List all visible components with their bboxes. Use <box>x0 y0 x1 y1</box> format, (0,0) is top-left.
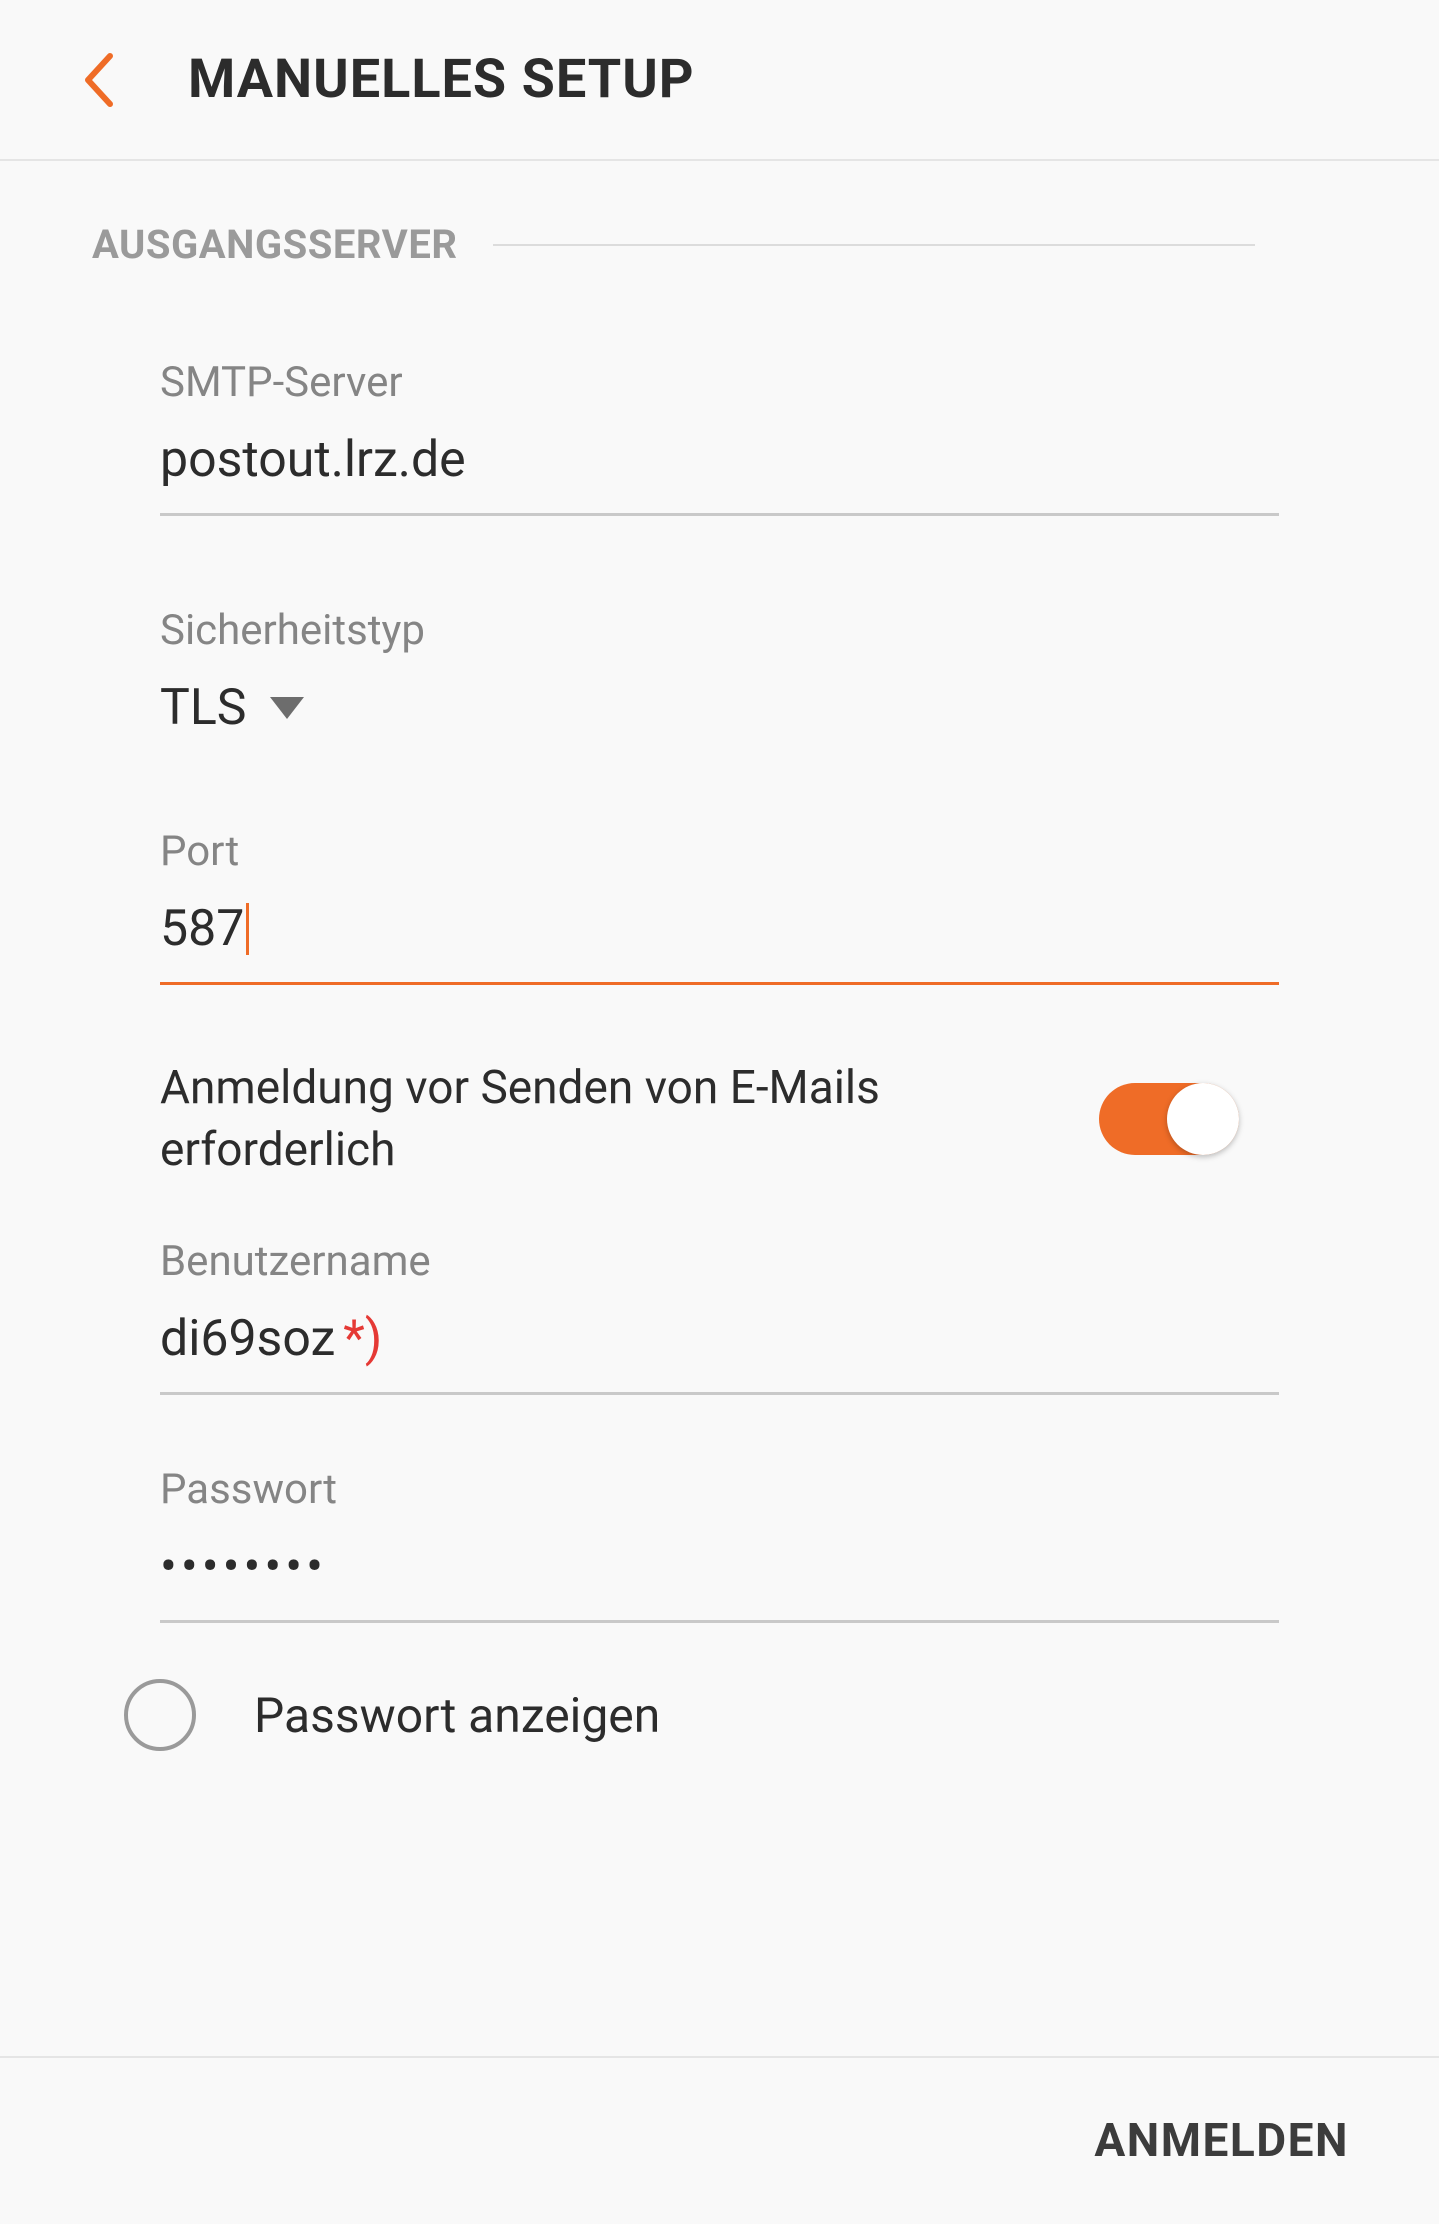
section-header: AUSGANGSSERVER <box>0 161 1439 268</box>
port-label: Port <box>160 827 1279 876</box>
port-input[interactable]: 587 <box>160 900 244 958</box>
password-field-group: Passwort •••••••• <box>160 1465 1279 1623</box>
smtp-input-wrap[interactable] <box>160 431 1279 516</box>
chevron-down-icon <box>270 697 304 719</box>
password-label: Passwort <box>160 1465 1279 1514</box>
password-input-wrap[interactable]: •••••••• <box>160 1538 1279 1623</box>
footer: ANMELDEN <box>0 2056 1439 2224</box>
back-icon[interactable] <box>80 52 116 108</box>
section-divider <box>493 244 1255 246</box>
auth-toggle-row: Anmeldung vor Senden von E-Mails erforde… <box>160 1057 1279 1181</box>
password-input[interactable]: •••••••• <box>160 1538 327 1596</box>
username-field-group: Benutzername di69soz *) <box>160 1237 1279 1395</box>
auth-toggle-label: Anmeldung vor Senden von E-Mails erforde… <box>160 1057 1099 1181</box>
text-cursor <box>246 903 249 955</box>
username-label: Benutzername <box>160 1237 1279 1286</box>
show-password-radio[interactable] <box>124 1679 196 1751</box>
smtp-label: SMTP-Server <box>160 358 1279 407</box>
app-header: MANUELLES SETUP <box>0 0 1439 161</box>
port-input-wrap[interactable]: 587 <box>160 900 1279 985</box>
smtp-field-group: SMTP-Server <box>160 358 1279 516</box>
security-value: TLS <box>160 679 246 737</box>
security-label: Sicherheitstyp <box>160 606 1279 655</box>
auth-toggle[interactable] <box>1099 1083 1239 1155</box>
username-input-wrap[interactable]: di69soz *) <box>160 1310 1279 1395</box>
toggle-knob <box>1167 1083 1239 1155</box>
page-title: MANUELLES SETUP <box>188 48 695 111</box>
submit-button[interactable]: ANMELDEN <box>1094 2114 1349 2168</box>
show-password-label: Passwort anzeigen <box>254 1687 660 1744</box>
security-select[interactable]: TLS <box>160 679 1279 737</box>
port-field-group: Port 587 <box>160 827 1279 985</box>
section-title: AUSGANGSSERVER <box>92 221 457 268</box>
show-password-row[interactable]: Passwort anzeigen <box>124 1679 1279 1751</box>
username-note: *) <box>343 1310 382 1368</box>
username-input[interactable]: di69soz <box>160 1310 335 1368</box>
smtp-input[interactable] <box>160 431 1279 489</box>
security-field-group: Sicherheitstyp TLS <box>160 606 1279 737</box>
